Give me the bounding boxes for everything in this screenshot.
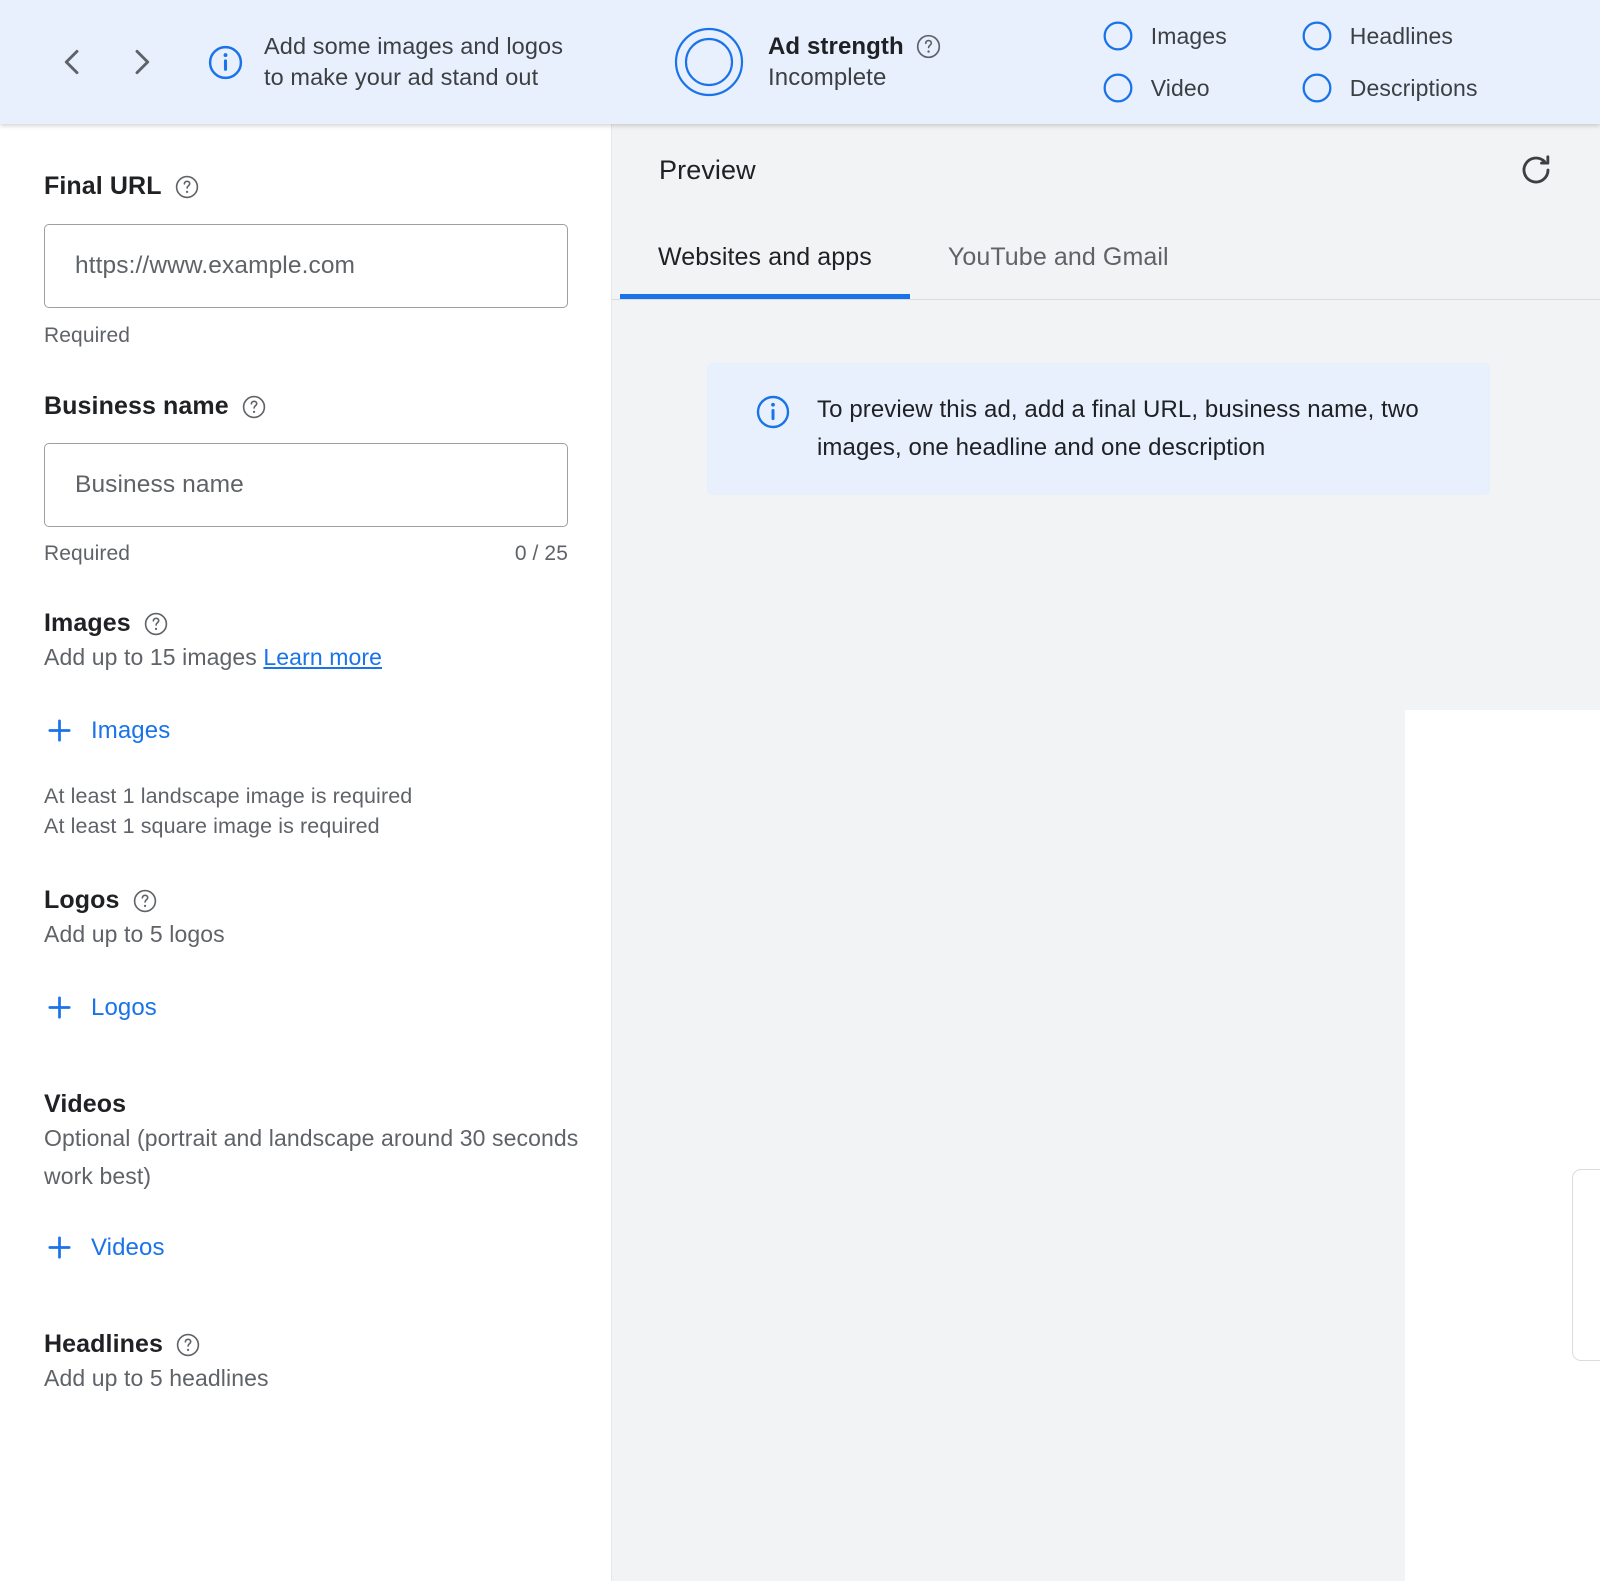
checklist-label: Headlines: [1350, 23, 1453, 50]
unchecked-circle-icon: [1102, 72, 1134, 104]
info-icon: [755, 394, 791, 430]
add-images-button[interactable]: Images: [44, 715, 170, 746]
videos-subtitle: Optional (portrait and landscape around …: [44, 1119, 579, 1195]
help-icon[interactable]: [143, 611, 169, 637]
headlines-subtitle: Add up to 5 headlines: [44, 1359, 567, 1397]
plus-icon: [44, 992, 75, 1023]
checklist-item-descriptions: Descriptions: [1301, 72, 1478, 104]
help-icon[interactable]: [132, 888, 158, 914]
plus-icon: [44, 715, 75, 746]
logos-label: Logos: [44, 886, 120, 915]
business-name-helper-row: Required 0 / 25: [44, 542, 568, 566]
ad-strength-title: Ad strength: [768, 33, 904, 61]
videos-label: Videos: [44, 1090, 126, 1119]
refresh-icon[interactable]: [1512, 146, 1560, 194]
final-url-placeholder: https://www.example.com: [75, 252, 355, 280]
add-assets-card[interactable]: Add assets to your ad. Learn more: [1572, 1169, 1600, 1361]
preview-notice-banner: To preview this ad, add a final URL, bus…: [707, 363, 1490, 495]
images-subtitle-row: Add up to 15 images Learn more: [44, 638, 567, 676]
final-url-label-row: Final URL: [44, 172, 567, 201]
help-icon[interactable]: [915, 33, 942, 60]
ad-strength-checklist: Images Headlines Video Descriptions: [1102, 20, 1478, 104]
images-label: Images: [44, 609, 131, 638]
images-requirement-square: At least 1 square image is required: [44, 811, 567, 841]
header-hint-text: Add some images and logos to make your a…: [264, 31, 567, 93]
images-requirement-landscape: At least 1 landscape image is required: [44, 781, 567, 811]
unchecked-circle-icon: [1301, 72, 1333, 104]
preview-header: Preview: [612, 124, 1600, 216]
ad-strength-indicator: Ad strength Incomplete: [672, 25, 942, 99]
checklist-label: Descriptions: [1350, 75, 1478, 102]
final-url-helper: Required: [44, 324, 130, 348]
tab-label: YouTube and Gmail: [948, 243, 1169, 272]
headlines-label-row: Headlines: [44, 1330, 567, 1359]
ad-strength-status: Incomplete: [768, 64, 942, 92]
checklist-label: Images: [1151, 23, 1227, 50]
business-name-placeholder: Business name: [75, 471, 244, 499]
images-subtitle: Add up to 15 images: [44, 644, 257, 670]
preview-panel: Preview Websites and apps YouTube and Gm…: [612, 124, 1600, 1581]
main-body: Final URL https://www.example.com Requir…: [0, 124, 1600, 1581]
final-url-helper-row: Required: [44, 324, 568, 348]
header-hint: Add some images and logos to make your a…: [207, 31, 567, 93]
tab-label: Websites and apps: [658, 243, 872, 272]
checklist-item-images: Images: [1102, 20, 1227, 52]
plus-icon: [44, 1232, 75, 1263]
final-url-input[interactable]: https://www.example.com: [44, 224, 568, 308]
logos-label-row: Logos: [44, 886, 567, 915]
add-videos-label: Videos: [91, 1234, 165, 1262]
logos-subtitle: Add up to 5 logos: [44, 915, 567, 953]
images-label-row: Images: [44, 609, 567, 638]
ad-preview-canvas: Add assets to your ad. Learn more: [1405, 710, 1600, 1581]
asset-form-panel: Final URL https://www.example.com Requir…: [0, 124, 612, 1581]
business-name-label: Business name: [44, 392, 229, 421]
unchecked-circle-icon: [1102, 20, 1134, 52]
business-name-helper: Required: [44, 542, 130, 566]
business-name-label-row: Business name: [44, 392, 567, 421]
top-header-bar: Add some images and logos to make your a…: [0, 0, 1600, 124]
add-logos-label: Logos: [91, 994, 157, 1022]
chevron-left-icon[interactable]: [55, 45, 89, 79]
help-icon[interactable]: [174, 174, 200, 200]
business-name-counter: 0 / 25: [515, 542, 568, 566]
preview-notice-text: To preview this ad, add a final URL, bus…: [817, 391, 1460, 467]
checklist-label: Video: [1151, 75, 1210, 102]
videos-label-row: Videos: [44, 1090, 567, 1119]
strength-ring-icon: [672, 25, 746, 99]
checklist-item-video: Video: [1102, 72, 1227, 104]
tab-youtube-and-gmail[interactable]: YouTube and Gmail: [910, 215, 1207, 299]
business-name-input[interactable]: Business name: [44, 443, 568, 527]
preview-tabs: Websites and apps YouTube and Gmail: [612, 216, 1600, 300]
headlines-label: Headlines: [44, 1330, 163, 1359]
add-videos-button[interactable]: Videos: [44, 1232, 165, 1263]
info-icon: [207, 44, 244, 81]
add-images-label: Images: [91, 717, 170, 745]
nav-arrows: [55, 45, 159, 79]
preview-title: Preview: [659, 155, 756, 186]
chevron-right-icon[interactable]: [125, 45, 159, 79]
add-logos-button[interactable]: Logos: [44, 992, 157, 1023]
help-icon[interactable]: [175, 1332, 201, 1358]
tab-websites-and-apps[interactable]: Websites and apps: [620, 215, 910, 299]
checklist-item-headlines: Headlines: [1301, 20, 1478, 52]
help-icon[interactable]: [241, 394, 267, 420]
unchecked-circle-icon: [1301, 20, 1333, 52]
final-url-label: Final URL: [44, 172, 162, 201]
images-learn-more-link[interactable]: Learn more: [263, 644, 382, 670]
